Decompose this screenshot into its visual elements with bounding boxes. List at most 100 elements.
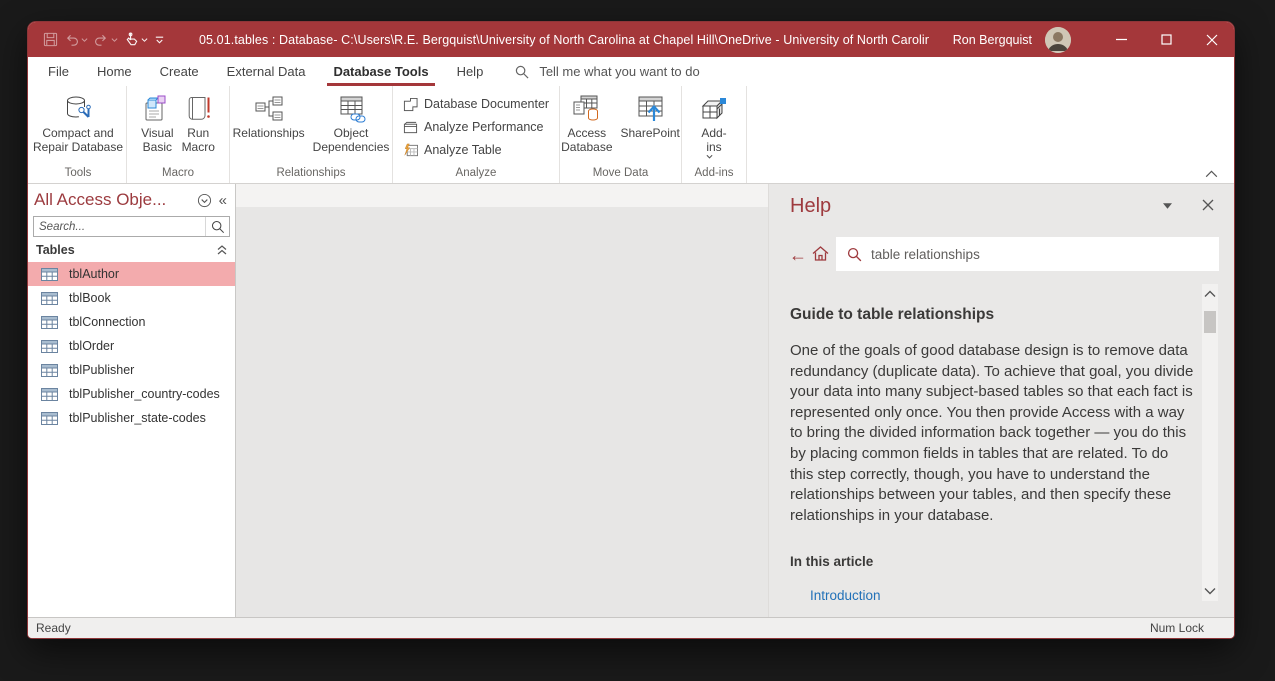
help-pane-menu-icon[interactable]: [1163, 203, 1172, 209]
collapse-ribbon-icon[interactable]: [1205, 170, 1218, 178]
close-button[interactable]: [1189, 22, 1234, 57]
table-item-tblpublisher-state-codes[interactable]: tblPublisher_state-codes: [28, 406, 235, 430]
tab-external-data[interactable]: External Data: [213, 57, 320, 86]
run-macro-icon: [183, 92, 213, 126]
user-name[interactable]: Ron Bergquist: [953, 33, 1032, 47]
tell-me-label: Tell me what you want to do: [539, 64, 699, 79]
title-bar: 05.01.tables : Database- C:\Users\R.E. B…: [28, 22, 1234, 57]
touch-mouse-mode-icon[interactable]: [124, 32, 148, 47]
compact-repair-icon: [63, 92, 93, 126]
run-macro-button[interactable]: Run Macro: [178, 89, 219, 165]
access-database-button[interactable]: Access Database: [557, 89, 616, 165]
article-title: Guide to table relationships: [790, 306, 1194, 324]
redo-icon[interactable]: [94, 32, 118, 47]
visual-basic-icon: [142, 92, 172, 126]
group-add-ins: Add- ins Add-ins: [682, 86, 747, 183]
minimize-button[interactable]: [1099, 22, 1144, 57]
object-dependencies-button[interactable]: Object Dependencies: [309, 89, 394, 165]
visual-basic-button[interactable]: Visual Basic: [137, 89, 177, 165]
scroll-down-icon[interactable]: [1204, 587, 1216, 595]
nav-menu-icon[interactable]: [197, 193, 212, 208]
add-ins-icon: [699, 92, 729, 126]
nav-pane-title[interactable]: All Access Obje...: [34, 190, 197, 210]
table-icon: [41, 292, 58, 305]
customize-qat-icon[interactable]: [154, 34, 165, 45]
table-item-tblconnection[interactable]: tblConnection: [28, 310, 235, 334]
object-dependencies-icon: [336, 92, 366, 126]
document-work-area: [236, 184, 768, 617]
chevron-down-icon: [706, 154, 713, 160]
help-home-icon[interactable]: [811, 244, 830, 263]
tab-file[interactable]: File: [34, 57, 83, 86]
table-item-tblpublisher-country-codes[interactable]: tblPublisher_country-codes: [28, 382, 235, 406]
table-item-tblauthor[interactable]: tblAuthor: [28, 262, 235, 286]
table-icon: [41, 388, 58, 401]
database-documenter-icon: [403, 97, 418, 112]
status-bar: Ready Num Lock: [28, 617, 1234, 638]
tab-home[interactable]: Home: [83, 57, 146, 86]
add-ins-button[interactable]: Add- ins: [695, 89, 733, 165]
scroll-up-icon[interactable]: [1204, 290, 1216, 298]
nav-search-input[interactable]: [34, 221, 205, 233]
table-icon: [41, 316, 58, 329]
help-search-input[interactable]: [871, 247, 1208, 262]
analyze-performance-button[interactable]: Analyze Performance: [403, 118, 559, 136]
tab-help[interactable]: Help: [443, 57, 498, 86]
relationships-button[interactable]: Relationships: [229, 89, 309, 165]
nav-search-box: [33, 216, 230, 237]
introduction-link[interactable]: Introduction: [810, 588, 881, 603]
nav-section-tables[interactable]: Tables: [28, 237, 235, 261]
group-move-data: Access Database SharePoint Move Data: [560, 86, 682, 183]
table-item-tblpublisher[interactable]: tblPublisher: [28, 358, 235, 382]
shutter-bar-close-icon[interactable]: «: [219, 193, 227, 208]
analyze-table-icon: [403, 143, 418, 158]
ribbon: Compact and Repair Database Tools Visual…: [28, 86, 1234, 184]
maximize-button[interactable]: [1144, 22, 1189, 57]
table-item-tblbook[interactable]: tblBook: [28, 286, 235, 310]
scrollbar-thumb[interactable]: [1204, 311, 1216, 333]
sharepoint-button[interactable]: SharePoint: [617, 89, 684, 165]
undo-icon[interactable]: [64, 32, 88, 47]
main-area: All Access Obje... « Tables tblAut: [28, 184, 1234, 617]
help-pane-title: Help: [790, 195, 831, 218]
nav-search-icon[interactable]: [205, 217, 229, 236]
nav-pane-header: All Access Obje... «: [28, 184, 235, 212]
database-documenter-button[interactable]: Database Documenter: [403, 95, 559, 113]
relationships-icon: [254, 92, 284, 126]
group-label-tools: Tools: [30, 165, 126, 183]
table-icon: [41, 412, 58, 425]
quick-access-toolbar: [28, 32, 165, 47]
table-icon: [41, 268, 58, 281]
group-label-relationships: Relationships: [230, 165, 392, 183]
status-num-lock: Num Lock: [1150, 621, 1226, 635]
window-controls: [1099, 22, 1234, 57]
analyze-table-button[interactable]: Analyze Table: [403, 141, 559, 159]
save-icon[interactable]: [43, 32, 58, 47]
group-tools: Compact and Repair Database Tools: [30, 86, 127, 183]
access-window: 05.01.tables : Database- C:\Users\R.E. B…: [28, 22, 1234, 638]
user-avatar[interactable]: [1045, 27, 1071, 53]
table-icon: [41, 340, 58, 353]
group-label-move-data: Move Data: [560, 165, 681, 183]
in-this-article-heading: In this article: [790, 554, 873, 569]
compact-repair-database-button[interactable]: Compact and Repair Database: [29, 89, 127, 165]
access-database-icon: [572, 92, 602, 126]
group-label-analyze: Analyze: [393, 165, 559, 183]
collapse-section-icon[interactable]: [217, 245, 227, 255]
search-icon: [515, 65, 529, 79]
analyze-performance-icon: [403, 120, 418, 135]
nav-items: tblAuthor tblBook tblConnection tblOrder…: [28, 262, 235, 430]
table-item-tblorder[interactable]: tblOrder: [28, 334, 235, 358]
help-article: Guide to table relationships One of the …: [790, 306, 1194, 526]
help-back-icon[interactable]: ←: [789, 246, 807, 264]
help-pane-close-icon[interactable]: [1202, 199, 1214, 211]
tell-me-box[interactable]: Tell me what you want to do: [515, 57, 699, 86]
tab-create[interactable]: Create: [146, 57, 213, 86]
navigation-pane: All Access Obje... « Tables tblAut: [28, 184, 236, 617]
ribbon-tab-row: File Home Create External Data Database …: [28, 57, 1234, 86]
sharepoint-icon: [635, 92, 665, 126]
table-icon: [41, 364, 58, 377]
help-scrollbar[interactable]: [1202, 284, 1218, 601]
tab-database-tools[interactable]: Database Tools: [319, 57, 442, 86]
titlebar-right: Ron Bergquist: [953, 22, 1234, 57]
